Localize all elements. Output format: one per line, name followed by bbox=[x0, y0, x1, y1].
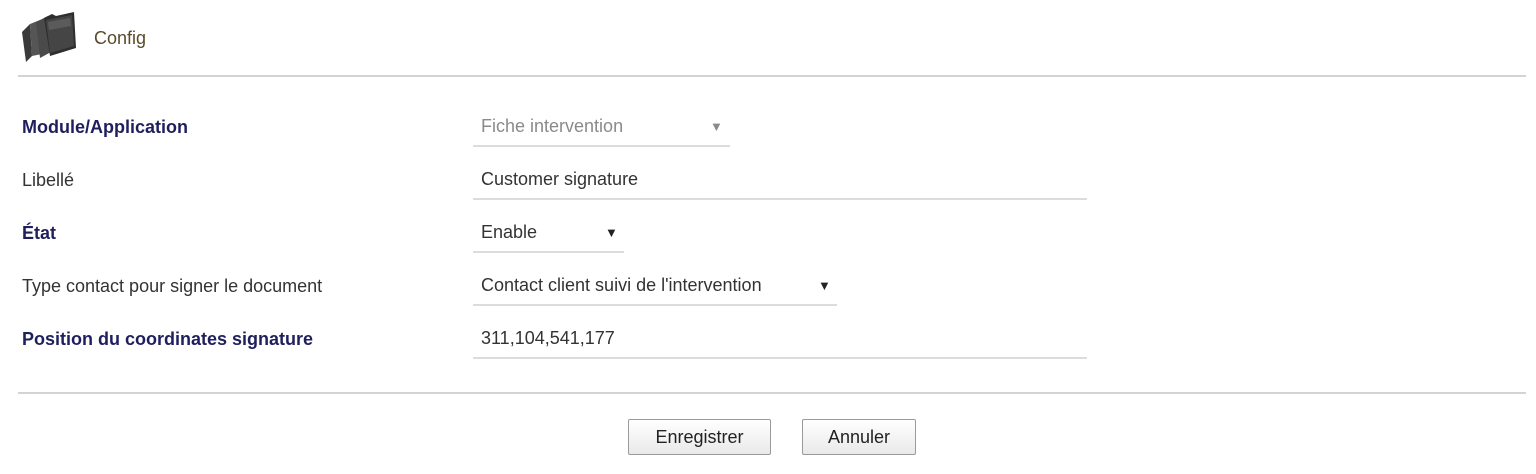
chevron-down-icon: ▼ bbox=[710, 119, 723, 134]
etat-label: État bbox=[22, 223, 57, 243]
module-row: Module/Application Fiche intervention ▼ bbox=[22, 107, 1522, 147]
position-input-value: 311,104,541,177 bbox=[481, 328, 615, 348]
page-header: Config bbox=[18, 10, 146, 66]
module-select-value: Fiche intervention bbox=[481, 116, 624, 136]
footer-divider bbox=[18, 392, 1526, 394]
header-divider bbox=[18, 75, 1526, 77]
etat-row: État Enable ▼ bbox=[22, 213, 1522, 253]
position-row: Position du coordinates signature 311,10… bbox=[22, 319, 1522, 359]
type-contact-select-value: Contact client suivi de l'intervention bbox=[481, 275, 762, 295]
type-contact-row: Type contact pour signer le document Con… bbox=[22, 266, 1522, 306]
libelle-row: Libellé Customer signature bbox=[22, 160, 1522, 200]
etat-select-value: Enable bbox=[481, 222, 538, 242]
module-label: Module/Application bbox=[22, 117, 188, 137]
cancel-button[interactable]: Annuler bbox=[802, 419, 916, 455]
folder-stack-icon bbox=[22, 12, 76, 62]
module-select[interactable]: Fiche intervention ▼ bbox=[473, 107, 730, 147]
libelle-label: Libellé bbox=[22, 170, 75, 190]
save-button[interactable]: Enregistrer bbox=[628, 419, 771, 455]
chevron-down-icon: ▼ bbox=[818, 278, 831, 293]
type-contact-select[interactable]: Contact client suivi de l'intervention ▼ bbox=[473, 266, 837, 306]
page-title: Config bbox=[94, 27, 147, 48]
libelle-input-value: Customer signature bbox=[481, 169, 639, 189]
chevron-down-icon: ▼ bbox=[605, 225, 618, 240]
position-input[interactable]: 311,104,541,177 bbox=[473, 319, 1087, 359]
type-contact-label: Type contact pour signer le document bbox=[22, 276, 323, 296]
position-label: Position du coordinates signature bbox=[22, 329, 314, 349]
etat-select[interactable]: Enable ▼ bbox=[473, 213, 624, 253]
libelle-input[interactable]: Customer signature bbox=[473, 160, 1087, 200]
